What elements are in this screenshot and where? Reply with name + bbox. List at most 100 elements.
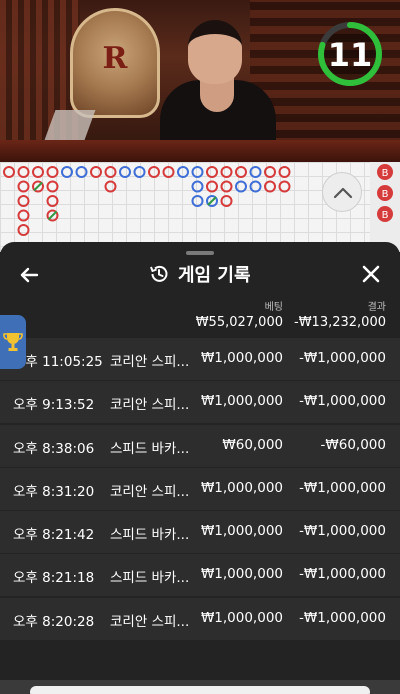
roadmap-bead [235,180,247,193]
history-row[interactable]: 오후 8:21:42 스피드 바카... ₩1,000,000 -₩1,000,… [0,511,400,554]
roadmap-bead [148,166,160,178]
row-game: 코리안 스피... [110,397,190,414]
roadmap-bead [61,166,73,178]
row-time: 오후 11:05:25 [13,354,103,370]
roadmap-bead [119,166,131,178]
roadmap-tie-slash [33,181,43,192]
summary-mark-2: B [377,185,393,201]
column-header-result: 결과 [367,302,386,313]
roadmap-bead [264,180,276,193]
roadmap-bead [17,209,30,222]
leaderboard-tab[interactable] [0,315,26,369]
history-row[interactable]: 오후 8:20:28 코리안 스피... ₩1,000,000 -₩1,000,… [0,597,400,640]
summary-mark-1-label: B [382,168,389,179]
roadmap-bead [278,166,291,178]
history-list: 오후 11:05:25 코리안 스피... ₩1,000,000 -₩1,000… [0,338,400,641]
row-time: 오후 8:21:42 [13,527,95,544]
row-result: -₩60,000 [320,436,386,453]
roadmap-bead [264,166,276,178]
roadmap-bead [220,180,233,193]
sheet-title-group: 게임 기록 [148,260,251,288]
row-time: 오후 8:21:18 [13,570,95,587]
history-row[interactable]: 오후 8:31:20 코리안 스피... ₩1,000,000 -₩1,000,… [0,467,400,510]
summary-mark-2-label: B [382,189,389,200]
summary-mark-1: B [377,164,393,180]
arrow-left-icon [20,267,39,283]
row-game: 코리안 스피... [110,613,190,630]
row-game: 스피드 바카... [110,570,190,587]
row-time: 오후 8:38:06 [13,440,95,457]
row-bet: ₩1,000,000 [200,479,283,496]
history-row[interactable]: 오후 9:13:52 코리안 스피... ₩1,000,000 -₩1,000,… [0,381,400,424]
row-bet: ₩1,000,000 [200,350,283,366]
roadmap-bead [235,166,247,178]
roadmap-bead [17,195,30,207]
timer-value: 11 [327,36,373,74]
row-time: 오후 8:31:20 [13,483,95,500]
roadmap-bead [191,180,204,193]
road-summary-column: B B B [370,162,400,252]
row-result: -₩1,000,000 [299,566,386,583]
roadmap-bead [220,166,233,178]
roadmap-bead [249,180,262,193]
game-history-sheet: 게임 기록 베팅 결과 오늘 ₩55,027,000 -₩13,232,000 … [0,242,400,694]
row-bet: ₩60,000 [222,436,283,453]
roadmap-bead [17,180,30,193]
row-result: -₩1,000,000 [299,393,386,410]
app-root: R 11 B B B 게임 기록 베팅 결과 ₩55,027,000 -₩13,… [0,0,400,694]
close-button[interactable] [356,262,386,288]
row-time: 오후 9:13:52 [13,397,95,414]
chevron-up-icon [333,187,353,199]
roadmap-bead [220,195,233,207]
back-button[interactable] [14,262,44,288]
roadmap-bead [104,180,117,193]
roadmap-bead [17,224,30,236]
history-row[interactable]: 오후 8:38:06 스피드 바카... ₩60,000 -₩60,000 [0,424,400,467]
roadmap-bead [162,166,175,178]
trophy-icon [3,333,23,351]
column-header-bet: 베팅 [264,302,283,313]
roadmap-bead [32,166,44,178]
roadmap-bead [3,166,15,178]
emblem-letter: R [102,41,128,76]
drag-handle[interactable] [186,251,214,255]
row-result: -₩1,000,000 [299,609,386,626]
roadmap-bead [75,166,88,178]
dealer-head [188,20,242,84]
roadmap-bead [133,166,146,178]
road-summary-marks: B B B [377,164,393,222]
table-edge [0,140,400,162]
row-result: -₩1,000,000 [299,350,386,366]
roadmap-bead [177,166,189,178]
row-bet: ₩1,000,000 [200,393,283,410]
expand-roadmap-button[interactable] [322,172,362,212]
row-game: 스피드 바카... [110,527,190,544]
row-time: 오후 8:20:28 [13,613,95,630]
roadmap-bead [206,180,218,193]
summary-mark-3-label: B [382,210,389,221]
roadmap-bead [17,166,30,178]
roadmap-bead [46,180,59,193]
bottom-input-pill[interactable] [30,686,370,694]
history-row[interactable]: 오후 8:21:18 스피드 바카... ₩1,000,000 -₩1,000,… [0,554,400,597]
summary-mark-3: B [377,206,393,222]
countdown-timer: 11 [316,20,384,88]
live-video: R 11 [0,0,400,162]
roadmap-bead [46,166,59,178]
close-icon [362,265,380,283]
row-bet: ₩1,000,000 [200,523,283,540]
casino-emblem: R [70,8,160,118]
roadmap-bead [206,166,218,178]
roadmap-bead [191,166,204,178]
roadmap-bead [104,166,117,178]
row-result: -₩1,000,000 [299,479,386,496]
roadmap-bead [191,195,204,207]
row-bet: ₩1,000,000 [200,566,283,583]
roadmap-bead [249,166,262,178]
row-game: 코리안 스피... [110,354,190,370]
history-icon [150,265,168,282]
row-game: 스피드 바카... [110,440,190,457]
history-row[interactable]: 오후 11:05:25 코리안 스피... ₩1,000,000 -₩1,000… [0,338,400,380]
roadmap-bead [90,166,102,178]
total-result: -₩13,232,000 [294,315,386,330]
